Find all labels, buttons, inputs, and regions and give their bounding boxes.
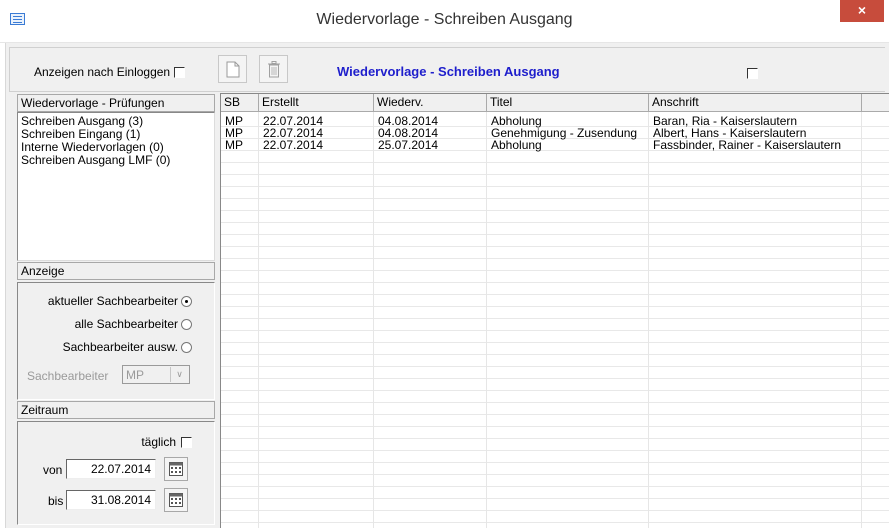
grid-line (221, 402, 889, 403)
grid-line (221, 258, 889, 259)
daily-checkbox[interactable] (181, 437, 192, 449)
show-after-login-label: Anzeigen nach Einloggen (34, 65, 171, 79)
grid-line (221, 174, 889, 175)
header-option (747, 66, 758, 80)
grid-line (221, 510, 889, 511)
column-divider (648, 112, 649, 528)
new-button[interactable] (218, 55, 247, 83)
reminder-table[interactable]: SB Erstellt Wiederv. Titel Anschrift MP … (220, 93, 889, 528)
display-section-label: Anzeige (17, 262, 215, 280)
column-divider (486, 112, 487, 528)
column-header-created[interactable]: Erstellt (259, 94, 374, 112)
grid-line (221, 426, 889, 427)
list-item[interactable]: Schreiben Ausgang LMF (0) (21, 154, 211, 167)
column-divider (373, 112, 374, 528)
grid-line (221, 330, 889, 331)
radio-current-clerk[interactable]: aktueller Sachbearbeiter (48, 294, 192, 308)
column-header-address[interactable]: Anschrift (649, 94, 862, 112)
clerk-select[interactable]: MP ∨ (122, 365, 190, 384)
checks-list[interactable]: Schreiben Ausgang (3) Schreiben Eingang … (17, 112, 215, 261)
radio-select-clerk[interactable]: Sachbearbeiter ausw. (63, 340, 192, 354)
period-panel: täglich von 22.07.2014 bis 31.08.2014 (17, 421, 215, 525)
radio-select-label: Sachbearbeiter ausw. (62, 340, 178, 354)
form-body: Anzeigen nach Einloggen Wiedervorlage - … (5, 43, 889, 528)
checks-section-label: Wiedervorlage - Prüfungen (17, 94, 215, 112)
radio-all-button[interactable] (181, 319, 192, 331)
grid-line (221, 318, 889, 319)
grid-line (221, 486, 889, 487)
chevron-down-icon[interactable]: ∨ (170, 367, 188, 382)
grid-line (221, 366, 889, 367)
grid-line (221, 186, 889, 187)
grid-line (221, 378, 889, 379)
column-header-sb[interactable]: SB (221, 94, 259, 112)
radio-current-label: aktueller Sachbearbeiter (47, 294, 178, 308)
radio-all-clerks[interactable]: alle Sachbearbeiter (75, 317, 192, 331)
grid-line (221, 234, 889, 235)
column-header-title[interactable]: Titel (487, 94, 649, 112)
clerk-select-value: MP (126, 368, 144, 382)
grid-line (221, 306, 889, 307)
daily-label: täglich (141, 435, 176, 449)
grid-line (221, 522, 889, 523)
grid-line (221, 462, 889, 463)
cell-sb: MP (225, 138, 243, 152)
grid-line (221, 162, 889, 163)
toolbar: Anzeigen nach Einloggen Wiedervorlage - … (9, 47, 885, 92)
header-title: Wiedervorlage - Schreiben Ausgang (337, 64, 560, 79)
from-calendar-button[interactable] (164, 457, 188, 481)
grid-line (221, 390, 889, 391)
cell-created: 22.07.2014 (263, 138, 324, 152)
window-title: Wiedervorlage - Schreiben Ausgang (316, 11, 573, 28)
radio-current-button[interactable] (181, 296, 192, 308)
grid-line (221, 474, 889, 475)
grid-line (221, 246, 889, 247)
radio-select-button[interactable] (181, 342, 192, 354)
delete-button[interactable] (259, 55, 288, 83)
grid-line (221, 438, 889, 439)
to-label: bis (48, 494, 64, 508)
daily-option: täglich (141, 435, 192, 449)
display-panel: aktueller Sachbearbeiter alle Sachbearbe… (17, 282, 215, 400)
from-label: von (43, 463, 63, 477)
cell-title: Abholung (491, 138, 542, 152)
trash-icon (268, 61, 280, 78)
grid-line (221, 342, 889, 343)
to-date-input[interactable]: 31.08.2014 (66, 490, 156, 510)
grid-line (221, 282, 889, 283)
header-checkbox[interactable] (747, 68, 758, 80)
grid-line (221, 222, 889, 223)
radio-all-label: alle Sachbearbeiter (74, 317, 178, 331)
period-section-label: Zeitraum (17, 401, 215, 419)
calendar-icon (169, 493, 183, 507)
cell-address: Fassbinder, Rainer - Kaiserslautern (653, 138, 842, 152)
column-divider (861, 112, 862, 528)
show-after-login-checkbox[interactable] (174, 67, 186, 79)
cell-followup: 25.07.2014 (378, 138, 439, 152)
calendar-icon (169, 462, 183, 476)
grid-line (221, 294, 889, 295)
column-header-followup[interactable]: Wiederv. (374, 94, 487, 112)
clerk-label: Sachbearbeiter (27, 369, 109, 383)
table-header: SB Erstellt Wiederv. Titel Anschrift (221, 94, 889, 112)
from-date-input[interactable]: 22.07.2014 (66, 459, 156, 479)
grid-line (221, 498, 889, 499)
show-after-login-option: Anzeigen nach Einloggen (34, 65, 186, 79)
title-bar: Wiedervorlage - Schreiben Ausgang × (0, 0, 889, 43)
new-document-icon (226, 61, 240, 78)
to-calendar-button[interactable] (164, 488, 188, 512)
grid-line (221, 354, 889, 355)
grid-line (221, 198, 889, 199)
close-button[interactable]: × (840, 0, 884, 22)
grid-line (221, 210, 889, 211)
grid-line (221, 450, 889, 451)
grid-line (221, 414, 889, 415)
column-divider (258, 112, 259, 528)
grid-line (221, 270, 889, 271)
